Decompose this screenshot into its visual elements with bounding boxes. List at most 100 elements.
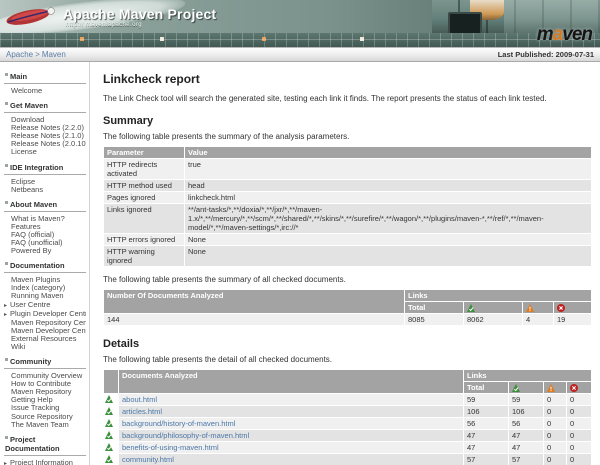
- parameter-name: HTTP redirects activated: [104, 159, 184, 179]
- sidebar-item-powered-by[interactable]: Powered By: [4, 247, 86, 255]
- parameter-row: HTTP redirects activatedtrue: [104, 159, 591, 179]
- success-icon: [105, 431, 113, 439]
- breadcrumb-link-maven[interactable]: Maven: [42, 50, 66, 59]
- site-banner: Apache Maven Project http:// maven.apach…: [0, 0, 600, 47]
- document-link-background-philosophy-of-maven-html[interactable]: background/philosophy-of-maven.html: [122, 431, 249, 440]
- details-table: Documents Analyzed Links Total about.htm…: [103, 369, 592, 465]
- links-warning: 0: [544, 406, 566, 417]
- sidebar-item-features[interactable]: Features: [4, 223, 86, 231]
- details-header-status: [104, 370, 118, 393]
- sidebar-item-maven-plugins[interactable]: Maven Plugins: [4, 276, 86, 284]
- sidebar-item-user-centre[interactable]: ▸User Centre: [4, 301, 86, 310]
- breadcrumb-link-apache[interactable]: Apache: [6, 50, 33, 59]
- summary-header-documents: Number Of Documents Analyzed: [104, 290, 404, 313]
- section-marker-icon: [5, 262, 8, 265]
- parameter-name: Pages ignored: [104, 192, 184, 203]
- sidebar-section-title: Main: [4, 72, 86, 84]
- summary-header-links: Links: [405, 290, 591, 301]
- site-url: http:// maven.apache.org: [66, 22, 142, 28]
- summary-error: 19: [554, 314, 591, 325]
- sidebar-item-welcome[interactable]: Welcome: [4, 87, 86, 95]
- links-total: 47: [464, 442, 508, 453]
- section-marker-icon: [5, 436, 8, 439]
- success-icon: [467, 304, 475, 312]
- details-heading: Details: [103, 338, 592, 350]
- docs-summary-intro: The following table presents the summary…: [103, 275, 592, 284]
- details-header-documents: Documents Analyzed: [119, 370, 463, 393]
- sidebar-item-the-maven-team[interactable]: The Maven Team: [4, 421, 86, 429]
- table-row: background/history-of-maven.html565600: [104, 418, 591, 429]
- document-link-community-html[interactable]: community.html: [122, 455, 174, 464]
- details-header-total: Total: [464, 382, 508, 393]
- sidebar-item-release-notes-2-0-10[interactable]: Release Notes (2.0.10): [4, 140, 86, 148]
- chevron-right-icon[interactable]: ▸: [4, 460, 10, 465]
- document-link-about-html[interactable]: about.html: [122, 395, 157, 404]
- summary-warning: 4: [523, 314, 553, 325]
- parameter-row: Links ignored**/ant-tasks/*,**/doxia/*,*…: [104, 204, 591, 233]
- document-link-articles-html[interactable]: articles.html: [122, 407, 162, 416]
- section-marker-icon: [5, 358, 8, 361]
- sidebar-item-getting-help[interactable]: Getting Help: [4, 396, 86, 404]
- sidebar-item-index-category[interactable]: Index (category): [4, 284, 86, 292]
- sidebar-item-maven-developer-centre[interactable]: Maven Developer Centre: [4, 327, 86, 335]
- parameter-value: **/ant-tasks/*,**/doxia/*,**/jxr/*,**/ma…: [185, 204, 591, 233]
- maven-logo-a: a: [553, 24, 563, 45]
- sidebar-item-running-maven[interactable]: Running Maven: [4, 292, 86, 300]
- sidebar-section-title: Community: [4, 357, 86, 369]
- sidebar-item-faq-unofficial[interactable]: FAQ (unofficial): [4, 239, 86, 247]
- warning-icon: [547, 384, 555, 392]
- links-total: 57: [464, 454, 508, 465]
- links-total: 106: [464, 406, 508, 417]
- sidebar-item-community-overview[interactable]: Community Overview: [4, 372, 86, 380]
- sidebar-item-wiki[interactable]: Wiki: [4, 343, 86, 351]
- sidebar-item-eclipse[interactable]: Eclipse: [4, 178, 86, 186]
- parameter-row: HTTP method usedhead: [104, 180, 591, 191]
- links-total: 56: [464, 418, 508, 429]
- success-icon: [105, 419, 113, 427]
- sidebar-item-project-information[interactable]: ▸Project Information: [4, 459, 86, 465]
- links-warning: 0: [544, 430, 566, 441]
- sidebar-item-external-resources[interactable]: External Resources: [4, 335, 86, 343]
- sidebar-item-netbeans[interactable]: Netbeans: [4, 186, 86, 194]
- sidebar-section-title: About Maven: [4, 200, 86, 212]
- sidebar-item-release-notes-2-2-0[interactable]: Release Notes (2.2.0): [4, 124, 86, 132]
- main-content: Linkcheck report The Link Check tool wil…: [90, 62, 600, 465]
- sidebar-section-ide-integration: IDE IntegrationEclipseNetbeans: [4, 163, 86, 194]
- sidebar-item-plugin-developer-centre[interactable]: ▸Plugin Developer Centre: [4, 310, 86, 319]
- chevron-right-icon[interactable]: ▸: [4, 302, 10, 310]
- sidebar-item-maven-repository-centre[interactable]: Maven Repository Centre: [4, 319, 86, 327]
- sidebar-item-source-repository[interactable]: Source Repository: [4, 413, 86, 421]
- sidebar-section-project-documentation: Project Documentation▸Project Informatio…: [4, 435, 86, 465]
- links-warning: 0: [544, 418, 566, 429]
- document-link-benefits-of-using-maven-html[interactable]: benefits-of-using-maven.html: [122, 443, 219, 452]
- links-valid: 47: [509, 442, 543, 453]
- document-link-background-history-of-maven-html[interactable]: background/history-of-maven.html: [122, 419, 235, 428]
- sidebar-item-what-is-maven[interactable]: What is Maven?: [4, 215, 86, 223]
- links-valid: 59: [509, 394, 543, 405]
- apache-feather-logo: [4, 3, 60, 31]
- banner-grid-band: [0, 33, 600, 47]
- sidebar-item-faq-official[interactable]: FAQ (official): [4, 231, 86, 239]
- sidebar-nav: MainWelcomeGet MavenDownloadRelease Note…: [0, 62, 90, 465]
- parameter-name: HTTP warning ignored: [104, 246, 184, 266]
- params-header-value: Value: [185, 147, 591, 158]
- success-icon: [105, 443, 113, 451]
- sidebar-item-download[interactable]: Download: [4, 116, 86, 124]
- page-title: Linkcheck report: [103, 72, 592, 86]
- sidebar-section-about-maven: About Maven What is Maven?FeaturesFAQ (of…: [4, 200, 86, 255]
- maven-logo-m: m: [537, 24, 553, 45]
- summary-total: 8085: [405, 314, 463, 325]
- sidebar-item-release-notes-2-1-0[interactable]: Release Notes (2.1.0): [4, 132, 86, 140]
- summary-heading: Summary: [103, 115, 592, 127]
- sidebar-item-license[interactable]: License: [4, 148, 86, 156]
- parameter-value: None: [185, 234, 591, 245]
- links-valid: 106: [509, 406, 543, 417]
- sidebar-item-issue-tracking[interactable]: Issue Tracking: [4, 404, 86, 412]
- sidebar-item-how-to-contribute[interactable]: How to Contribute: [4, 380, 86, 388]
- chevron-right-icon[interactable]: ▸: [4, 311, 10, 319]
- sidebar-section-main: Main Welcome: [4, 72, 86, 95]
- intro-text: The Link Check tool will search the gene…: [103, 94, 592, 103]
- parameter-name: Links ignored: [104, 204, 184, 233]
- parameter-value: linkcheck.html: [185, 192, 591, 203]
- sidebar-item-maven-repository[interactable]: Maven Repository: [4, 388, 86, 396]
